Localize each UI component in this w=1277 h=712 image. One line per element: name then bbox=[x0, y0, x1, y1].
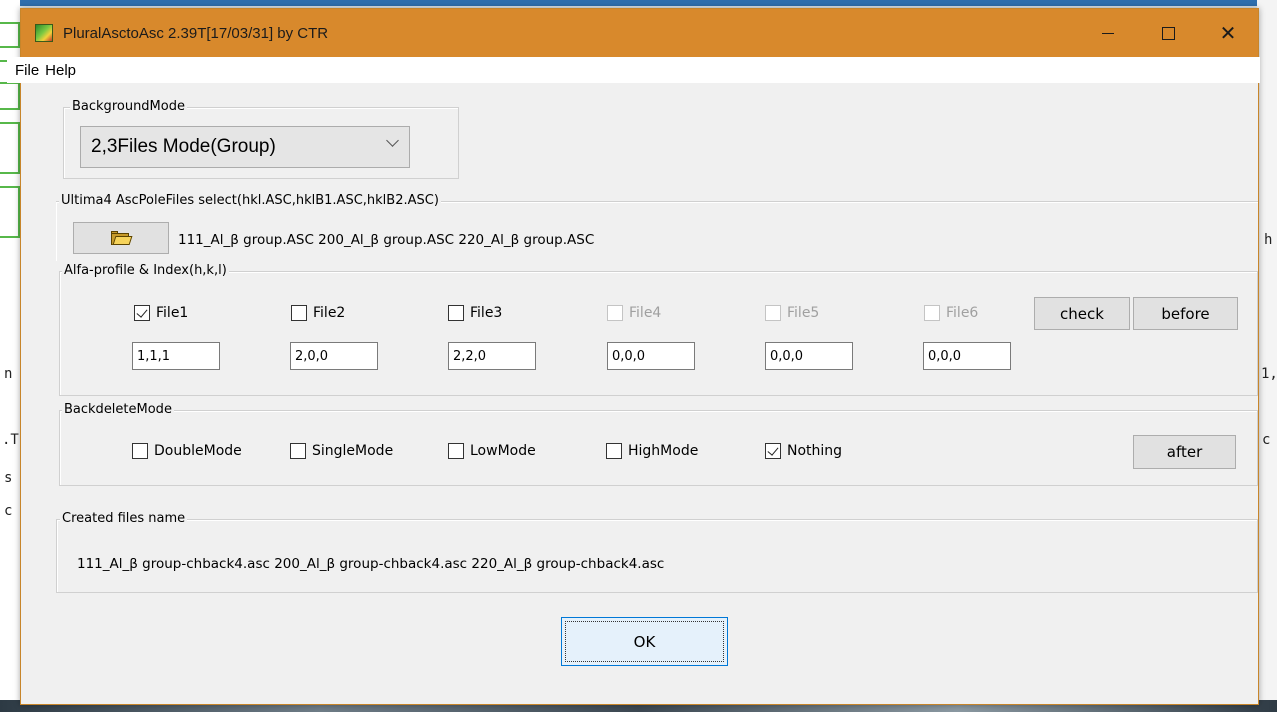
checkbox-icon bbox=[924, 305, 940, 321]
background-text-fragment: 1, bbox=[1261, 366, 1277, 382]
file4-label: File4 bbox=[629, 305, 662, 321]
menu-help[interactable]: Help bbox=[43, 62, 80, 79]
before-button[interactable]: before bbox=[1133, 297, 1238, 330]
low-mode-checkbox[interactable]: LowMode bbox=[448, 443, 536, 459]
file2-index-input[interactable] bbox=[290, 342, 378, 370]
app-window: PluralAsctoAsc 2.39T[17/03/31] by CTR ✕ … bbox=[7, 8, 1260, 705]
check-button[interactable]: check bbox=[1034, 297, 1130, 330]
checkbox-icon bbox=[448, 443, 464, 459]
desktop-background-top bbox=[0, 0, 1277, 6]
created-files-legend: Created files name bbox=[60, 511, 188, 526]
app-icon bbox=[35, 24, 53, 42]
file5-checkbox: File5 bbox=[765, 305, 819, 321]
file6-index-input[interactable] bbox=[923, 342, 1011, 370]
dialog-client-area: BackgroundMode 2,3Files Mode(Group) Ulti… bbox=[21, 83, 1258, 704]
file3-index-input[interactable] bbox=[448, 342, 536, 370]
background-green-box bbox=[0, 122, 20, 174]
file3-checkbox[interactable]: File3 bbox=[448, 305, 502, 321]
pole-files-legend: Ultima4 AscPoleFiles select(hkl.ASC,hklB… bbox=[59, 193, 441, 208]
pole-files-group: Ultima4 AscPoleFiles select(hkl.ASC,hklB… bbox=[56, 193, 1258, 261]
background-mode-group: BackgroundMode 2,3Files Mode(Group) bbox=[63, 99, 459, 179]
after-button[interactable]: after bbox=[1133, 435, 1236, 469]
chevron-down-icon bbox=[386, 134, 399, 147]
backdelete-mode-legend: BackdeleteMode bbox=[62, 402, 174, 417]
checkbox-icon bbox=[606, 443, 622, 459]
checkbox-icon bbox=[448, 305, 464, 321]
high-mode-checkbox[interactable]: HighMode bbox=[606, 443, 698, 459]
ok-button[interactable]: OK bbox=[561, 617, 728, 666]
single-mode-label: SingleMode bbox=[312, 443, 394, 459]
file6-label: File6 bbox=[946, 305, 979, 321]
open-folder-icon bbox=[111, 231, 133, 245]
background-mode-select[interactable]: 2,3Files Mode(Group) bbox=[80, 126, 410, 168]
open-folder-button[interactable] bbox=[73, 222, 169, 254]
minimize-button[interactable] bbox=[1078, 9, 1138, 57]
close-button[interactable]: ✕ bbox=[1198, 9, 1258, 57]
focus-rectangle bbox=[565, 621, 724, 662]
single-mode-checkbox[interactable]: SingleMode bbox=[290, 443, 393, 459]
nothing-checkbox[interactable]: Nothing bbox=[765, 443, 842, 459]
checkbox-icon bbox=[291, 305, 307, 321]
checkbox-icon bbox=[290, 443, 306, 459]
background-text-fragment: h bbox=[1264, 232, 1273, 248]
menu-bar: File Help bbox=[7, 57, 1260, 83]
file1-checkbox[interactable]: File1 bbox=[134, 305, 188, 321]
checkbox-checked-icon bbox=[134, 305, 150, 321]
maximize-button[interactable] bbox=[1138, 9, 1198, 57]
double-mode-label: DoubleMode bbox=[154, 443, 242, 459]
minimize-icon bbox=[1102, 32, 1114, 34]
checkbox-checked-icon bbox=[765, 443, 781, 459]
file4-index-input[interactable] bbox=[607, 342, 695, 370]
file2-label: File2 bbox=[313, 305, 346, 321]
high-mode-label: HighMode bbox=[628, 443, 699, 459]
background-green-box bbox=[0, 82, 20, 110]
file5-label: File5 bbox=[787, 305, 820, 321]
background-text-fragment: n bbox=[4, 366, 13, 382]
close-icon: ✕ bbox=[1219, 22, 1237, 45]
file1-index-input[interactable] bbox=[132, 342, 220, 370]
maximize-icon bbox=[1161, 26, 1175, 40]
checkbox-icon bbox=[765, 305, 781, 321]
checkbox-icon bbox=[132, 443, 148, 459]
alfa-profile-group: Alfa-profile & Index(h,k,l) File1 File2 … bbox=[59, 263, 1258, 396]
background-green-box bbox=[0, 22, 20, 48]
background-window-right bbox=[1257, 0, 1277, 712]
backdelete-mode-group: BackdeleteMode DoubleMode SingleMode Low… bbox=[59, 402, 1258, 486]
background-text-fragment: .T bbox=[2, 432, 19, 448]
checkbox-icon bbox=[607, 305, 623, 321]
window-controls: ✕ bbox=[1078, 9, 1258, 57]
file4-checkbox: File4 bbox=[607, 305, 661, 321]
file1-label: File1 bbox=[156, 305, 189, 321]
created-files-list: 111_Al_β group-chback4.asc 200_Al_β grou… bbox=[77, 556, 665, 572]
background-mode-legend: BackgroundMode bbox=[70, 99, 187, 114]
background-text-fragment: c bbox=[1262, 432, 1271, 448]
nothing-label: Nothing bbox=[787, 443, 843, 459]
title-bar[interactable]: PluralAsctoAsc 2.39T[17/03/31] by CTR ✕ bbox=[21, 9, 1258, 57]
file5-index-input[interactable] bbox=[765, 342, 853, 370]
background-text-fragment: c bbox=[4, 503, 13, 519]
created-files-group: Created files name 111_Al_β group-chback… bbox=[56, 511, 1258, 593]
background-green-box bbox=[0, 186, 20, 238]
low-mode-label: LowMode bbox=[470, 443, 536, 459]
background-mode-selected: 2,3Files Mode(Group) bbox=[91, 136, 276, 157]
double-mode-checkbox[interactable]: DoubleMode bbox=[132, 443, 242, 459]
alfa-profile-legend: Alfa-profile & Index(h,k,l) bbox=[62, 263, 229, 278]
file2-checkbox[interactable]: File2 bbox=[291, 305, 345, 321]
file6-checkbox: File6 bbox=[924, 305, 978, 321]
background-text-fragment: s bbox=[4, 470, 13, 486]
window-title: PluralAsctoAsc 2.39T[17/03/31] by CTR bbox=[63, 24, 329, 42]
pole-files-list: 111_Al_β group.ASC 200_Al_β group.ASC 22… bbox=[178, 232, 595, 248]
menu-file[interactable]: File bbox=[7, 62, 43, 79]
file3-label: File3 bbox=[470, 305, 503, 321]
